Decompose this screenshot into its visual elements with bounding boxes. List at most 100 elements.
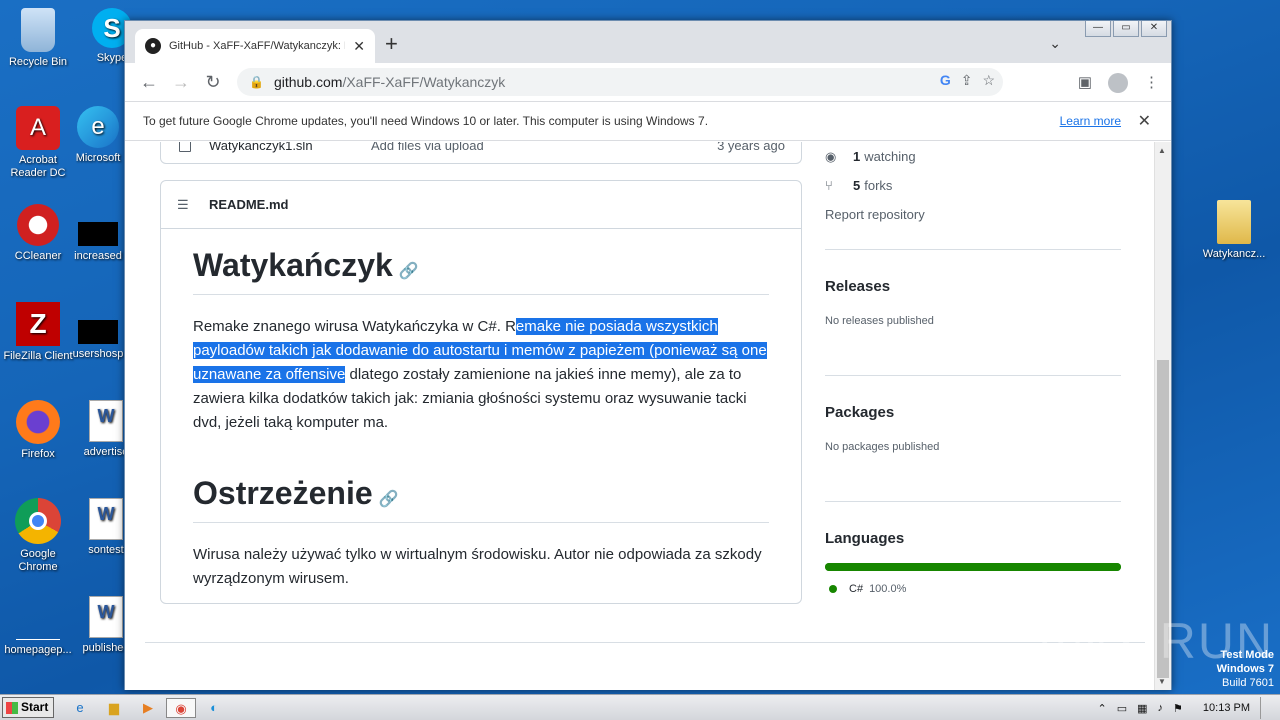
browser-toolbar: ← → ↻ 🔒 github.com/XaFF-XaFF/Watykanczyk… bbox=[125, 63, 1171, 101]
menu-kebab-icon[interactable]: ⋮ bbox=[1144, 73, 1159, 93]
bookmark-star-icon[interactable]: ☆ bbox=[982, 72, 995, 89]
word-document-icon: W bbox=[89, 498, 123, 540]
chrome-icon bbox=[15, 498, 61, 544]
address-bar-actions: G ⇪ ☆ bbox=[940, 72, 995, 89]
desktop-icon-firefox[interactable]: Firefox bbox=[0, 400, 76, 461]
forks-stat[interactable]: ⑂ 5 forks bbox=[825, 171, 1121, 200]
action-center-flag-icon[interactable]: ⚑ bbox=[1173, 702, 1183, 715]
test-mode-line: Windows 7 bbox=[1216, 663, 1274, 675]
releases-section: Releases No releases published bbox=[825, 249, 1121, 375]
fork-icon: ⑂ bbox=[825, 178, 833, 193]
readme-box: ☰ README.md Watykańczyk 🔗 Remake znanego … bbox=[160, 180, 802, 604]
learn-more-link[interactable]: Learn more bbox=[1060, 114, 1121, 128]
folder-icon bbox=[1217, 200, 1251, 244]
packages-text: No packages published bbox=[825, 441, 940, 453]
releases-title[interactable]: Releases bbox=[825, 278, 1121, 295]
chrome-taskbar-icon[interactable]: ◉ bbox=[166, 698, 196, 718]
heading-text: Watykańczyk bbox=[193, 247, 393, 283]
github-page: Watykanczyk1.sln Add files via upload 3 … bbox=[125, 142, 1155, 690]
desktop-icon-label: Google Chrome bbox=[18, 548, 58, 573]
desktop-icon-label: Recycle Bin bbox=[8, 56, 68, 68]
report-repository-link[interactable]: Report repository bbox=[825, 200, 1121, 229]
scroll-up-arrow-icon[interactable]: ▲ bbox=[1158, 146, 1166, 155]
readme-header: ☰ README.md bbox=[161, 181, 801, 229]
show-desktop-button[interactable] bbox=[1260, 697, 1270, 719]
black-file-icon bbox=[78, 320, 118, 344]
show-hidden-icons-icon[interactable]: ⌃ bbox=[1098, 702, 1107, 715]
watching-label: watching bbox=[864, 149, 916, 164]
close-window-button[interactable]: ✕ bbox=[1141, 21, 1167, 37]
scroll-down-arrow-icon[interactable]: ▼ bbox=[1158, 677, 1166, 686]
clock[interactable]: 10:13 PM bbox=[1203, 702, 1250, 714]
test-mode-line: Test Mode bbox=[1220, 649, 1274, 661]
infobar-message: To get future Google Chrome updates, you… bbox=[143, 114, 709, 128]
internet-explorer-icon[interactable]: e bbox=[68, 698, 92, 718]
tab-strip: ● GitHub - XaFF-XaFF/Watykanczyk: R ✕ + … bbox=[125, 21, 1171, 63]
tab-search-chevron-down-icon[interactable]: ⌄ bbox=[1049, 35, 1061, 52]
forward-arrow-icon[interactable]: → bbox=[165, 72, 197, 93]
language-percent: 100.0% bbox=[869, 583, 907, 595]
windows-test-mode-text: Test Mode Windows 7 Build 7601 bbox=[1217, 648, 1274, 690]
reload-icon[interactable]: ↻ bbox=[197, 72, 229, 93]
network-icon[interactable]: ▦ bbox=[1137, 702, 1147, 715]
update-infobar: To get future Google Chrome updates, you… bbox=[125, 101, 1171, 141]
keyboard-icon[interactable]: ▭ bbox=[1117, 702, 1127, 715]
side-panel-icon[interactable]: ▣ bbox=[1078, 73, 1092, 93]
word-document-icon: W bbox=[89, 596, 123, 638]
file-explorer-icon[interactable]: ▆ bbox=[102, 698, 126, 718]
desktop-icon-recycle-bin[interactable]: Recycle Bin bbox=[0, 8, 76, 69]
file-name-link[interactable]: Watykanczyk1.sln bbox=[209, 142, 313, 153]
minimize-button[interactable]: — bbox=[1085, 21, 1111, 37]
acrobat-icon: A bbox=[16, 106, 60, 150]
volume-icon[interactable]: ♪ bbox=[1158, 702, 1164, 714]
github-icon: ● bbox=[145, 38, 161, 54]
readme-paragraph-2: Wirusa należy używać tylko w wirtualnym … bbox=[193, 546, 762, 587]
window-controls: — ▭ ✕ bbox=[1083, 21, 1167, 37]
lock-icon: 🔒 bbox=[249, 75, 264, 89]
page-divider bbox=[145, 642, 1145, 643]
desktop-icon-watykanczyk-folder[interactable]: Watykancz... bbox=[1196, 200, 1272, 261]
chrome-window: ● GitHub - XaFF-XaFF/Watykanczyk: R ✕ + … bbox=[124, 20, 1172, 690]
maximize-button[interactable]: ▭ bbox=[1113, 21, 1139, 37]
media-player-icon[interactable]: ▶ bbox=[136, 698, 160, 718]
infobar-close-icon[interactable]: ✕ bbox=[1138, 111, 1151, 131]
share-icon[interactable]: ⇪ bbox=[961, 72, 973, 89]
watching-stat[interactable]: ◉ 1 watching bbox=[825, 142, 1121, 171]
edge-taskbar-icon[interactable]: ◐ bbox=[202, 698, 226, 718]
vertical-scrollbar[interactable]: ▲ ▼ bbox=[1154, 142, 1171, 690]
repo-sidebar: ◉ 1 watching ⑂ 5 forks Report repository Rel… bbox=[825, 142, 1121, 595]
packages-title[interactable]: Packages bbox=[825, 404, 1121, 421]
anchor-link-icon[interactable]: 🔗 bbox=[379, 491, 399, 508]
recycle-bin-icon bbox=[21, 8, 55, 52]
readme-paragraph-1: Remake znanego wirusa Watykańczyka w C#.… bbox=[193, 315, 769, 435]
black-file-icon bbox=[78, 222, 118, 246]
language-item[interactable]: C# 100.0% bbox=[825, 583, 1121, 595]
address-bar[interactable]: 🔒 github.com/XaFF-XaFF/Watykanczyk G ⇪ ☆ bbox=[237, 68, 1003, 96]
language-color-dot bbox=[829, 585, 837, 593]
new-tab-button[interactable]: + bbox=[385, 33, 398, 55]
desktop-icon-google-chrome[interactable]: Google Chrome bbox=[0, 498, 76, 574]
file-row: Watykanczyk1.sln Add files via upload 3 … bbox=[160, 142, 802, 164]
list-icon[interactable]: ☰ bbox=[177, 197, 191, 213]
firefox-icon bbox=[16, 400, 60, 444]
browser-actions: ▣ ⋮ bbox=[1078, 73, 1159, 93]
tab-github-watykanczyk[interactable]: ● GitHub - XaFF-XaFF/Watykanczyk: R ✕ bbox=[135, 29, 375, 63]
desktop-icon-homepagep[interactable]: homepagep... bbox=[0, 596, 76, 657]
desktop-icon-label: Watykancz... bbox=[1202, 248, 1266, 260]
anchor-link-icon[interactable]: 🔗 bbox=[399, 263, 419, 280]
readme-content: Watykańczyk 🔗 Remake znanego wirusa Watyk… bbox=[161, 229, 801, 591]
languages-title: Languages bbox=[825, 530, 905, 547]
filezilla-icon: Z bbox=[16, 302, 60, 346]
releases-text: No releases published bbox=[825, 315, 934, 327]
start-button[interactable]: Start bbox=[2, 697, 54, 718]
desktop-icon-label: homepagep... bbox=[4, 644, 72, 656]
commit-age: 3 years ago bbox=[717, 142, 785, 153]
tab-close-icon[interactable]: ✕ bbox=[353, 38, 365, 55]
readme-heading-warning: Ostrzeżenie 🔗 bbox=[193, 457, 769, 523]
commit-message-link[interactable]: Add files via upload bbox=[371, 142, 484, 153]
profile-avatar-icon[interactable] bbox=[1108, 73, 1128, 93]
file-icon bbox=[179, 142, 191, 152]
readme-filename: README.md bbox=[209, 197, 289, 212]
google-g-icon[interactable]: G bbox=[940, 72, 951, 89]
back-arrow-icon[interactable]: ← bbox=[133, 72, 165, 93]
